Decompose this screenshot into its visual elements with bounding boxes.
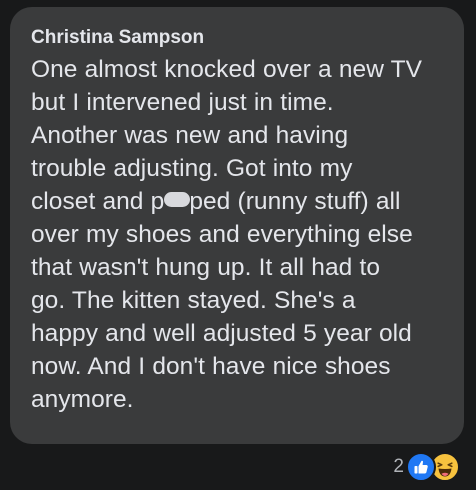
comment-line: anymore. [31, 386, 134, 413]
censored-word-blur [164, 192, 191, 207]
reaction-count[interactable]: 2 [393, 456, 404, 478]
comment-line: go. The kitten stayed. She's a [31, 287, 356, 314]
comment-line: closet and p ped (runny stuff) all [31, 185, 448, 218]
comment-text-fragment: closet and p [31, 188, 165, 215]
reaction-summary[interactable]: 2 [393, 451, 460, 483]
comment-line: now. And I don't have nice shoes [31, 353, 391, 380]
comment-line: One almost knocked over a new TV [31, 56, 423, 83]
comment-line: happy and well adjusted 5 year old [31, 320, 412, 347]
comment-line: that wasn't hung up. It all had to [31, 254, 380, 281]
comment-bubble: Christina Sampson One almost knocked ove… [10, 7, 464, 444]
comment-line: trouble adjusting. Got into my [31, 155, 353, 182]
like-icon [406, 452, 436, 482]
comment-author-name[interactable]: Christina Sampson [31, 26, 448, 50]
comment-line: but I intervened just in time. [31, 89, 334, 116]
comment-text-fragment: ped (runny stuff) all [189, 188, 401, 215]
comment-line: over my shoes and everything else [31, 221, 413, 248]
comment-text: One almost knocked over a new TV but I i… [31, 53, 448, 416]
comment-line: Another was new and having [31, 122, 349, 149]
